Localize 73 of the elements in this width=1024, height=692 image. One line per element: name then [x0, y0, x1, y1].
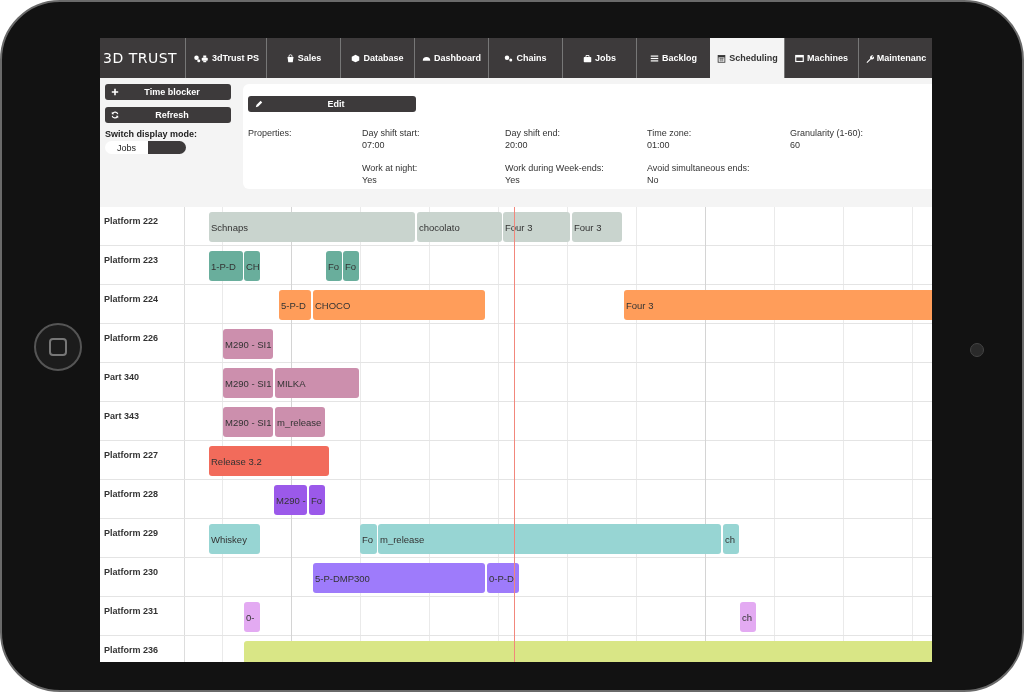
- job-bar[interactable]: M290 - SI1: [223, 407, 273, 437]
- job-bar[interactable]: Whiskey: [209, 524, 260, 554]
- job-bar[interactable]: 5-P-DMP300: [313, 563, 485, 593]
- field-value: 01:00: [647, 139, 671, 151]
- row-label: Platform 229: [104, 528, 159, 538]
- field-label: Day shift end:: [505, 127, 562, 139]
- edit-button[interactable]: Edit: [248, 96, 416, 112]
- nav-tab[interactable]: Scheduling: [710, 38, 784, 78]
- field-value: No: [647, 174, 660, 186]
- row-label: Platform 231: [104, 606, 159, 616]
- field-value: Yes: [505, 174, 521, 186]
- job-bar[interactable]: CH: [244, 251, 260, 281]
- row-label: Platform 230: [104, 567, 159, 577]
- mode-option: Jobs: [105, 141, 148, 154]
- job-bar[interactable]: Schnaps: [209, 212, 415, 242]
- row-label: Platform 236: [104, 645, 159, 655]
- job-bar[interactable]: ch: [740, 602, 756, 632]
- action-button[interactable]: Refresh: [105, 107, 231, 123]
- job-bar[interactable]: 5-P-D: [279, 290, 311, 320]
- job-bar[interactable]: M290 - SI1: [223, 329, 273, 359]
- mode-label: Switch display mode:: [105, 129, 199, 139]
- row-label: Platform 223: [104, 255, 159, 265]
- camera-lens: [970, 343, 984, 357]
- job-bar[interactable]: Fo: [326, 251, 342, 281]
- row-label: Platform 224: [104, 294, 159, 304]
- row-label: Platform 227: [104, 450, 159, 460]
- job-bar[interactable]: Fo: [343, 251, 359, 281]
- briefcase-icon: [583, 53, 592, 63]
- gears-printer-icon: [193, 53, 209, 63]
- field-label: Avoid simultaneous ends:: [647, 162, 751, 174]
- job-bar[interactable]: 0-: [244, 602, 260, 632]
- field-label: Granularity (1-60):: [790, 127, 865, 139]
- field-value: 20:00: [505, 139, 529, 151]
- job-bar[interactable]: m_release: [378, 524, 721, 554]
- job-bar[interactable]: Four 3: [624, 290, 932, 320]
- field-label: Day shift start:: [362, 127, 421, 139]
- row-label: Platform 222: [104, 216, 159, 226]
- job-bar[interactable]: 0-P-D: [487, 563, 519, 593]
- pencil-icon: [255, 100, 263, 108]
- job-bar[interactable]: m_release: [275, 407, 325, 437]
- field-value: Yes: [362, 174, 378, 186]
- job-bar[interactable]: 1-P-D: [209, 251, 243, 281]
- job-bar[interactable]: Fo: [360, 524, 377, 554]
- plus-icon: [111, 88, 119, 96]
- wrench-icon: [864, 53, 874, 63]
- field-label: Work during Week-ends:: [505, 162, 605, 174]
- row-label: Part 340: [104, 372, 140, 382]
- refresh-icon: [111, 111, 119, 119]
- row-label: Part 343: [104, 411, 140, 421]
- bag-icon: [285, 53, 295, 63]
- gears-icon: [504, 53, 514, 63]
- job-bar[interactable]: MILKA: [275, 368, 359, 398]
- field-label: Work at night:: [362, 162, 419, 174]
- job-bar[interactable]: Four 3: [572, 212, 622, 242]
- job-bar[interactable]: CHOCO: [313, 290, 485, 320]
- logo: 3D TRUST: [102, 49, 179, 68]
- field-value: 07:00: [362, 139, 386, 151]
- properties-label: Properties:: [248, 127, 293, 140]
- job-bar[interactable]: M290 - SI1: [223, 368, 273, 398]
- row-label: Platform 228: [104, 489, 159, 499]
- cube-icon: [351, 53, 361, 63]
- action-button[interactable]: Time blocker: [105, 84, 231, 100]
- job-bar[interactable]: ch: [723, 524, 739, 554]
- job-bar[interactable]: Release 3.2: [209, 446, 329, 476]
- window-icon: [795, 53, 804, 63]
- list-icon: [650, 53, 659, 63]
- job-bar[interactable]: chocolato: [417, 212, 502, 242]
- row-label: Platform 226: [104, 333, 159, 343]
- field-label: Time zone:: [647, 127, 693, 139]
- home-button[interactable]: [34, 323, 82, 371]
- calendar-icon: [717, 53, 727, 63]
- toggle-switch[interactable]: [148, 141, 186, 154]
- field-value: 60: [790, 139, 801, 151]
